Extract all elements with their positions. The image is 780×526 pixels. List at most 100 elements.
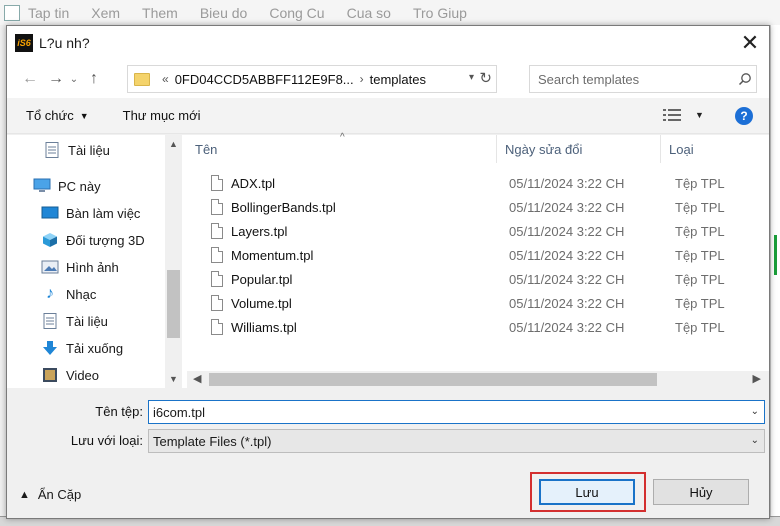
table-row[interactable]: Layers.tpl 05/11/2024 3:22 CH Tệp TPL xyxy=(187,219,769,243)
column-headers: Tên ^ Ngày sửa đổi Loại xyxy=(187,132,769,163)
hide-folders-button[interactable]: ▲ Ẩn Cặp xyxy=(19,487,81,502)
table-row[interactable]: Momentum.tpl 05/11/2024 3:22 CH Tệp TPL xyxy=(187,243,769,267)
filename-value: i6com.tpl xyxy=(153,404,206,420)
navigation-pane: Tài liệu PC này Bàn làm việc Đối tượng 3… xyxy=(7,135,183,388)
video-icon xyxy=(41,367,59,383)
breadcrumb-item[interactable]: 0FD04CCD5ABBFF112E9F8... xyxy=(175,72,354,87)
file-icon xyxy=(211,247,223,263)
scrollbar-thumb[interactable] xyxy=(167,270,180,338)
filetype-value: Template Files (*.tpl) xyxy=(153,433,272,449)
menu-charts[interactable]: Bieu do xyxy=(200,5,247,21)
column-name-header[interactable]: Tên ^ xyxy=(187,132,497,163)
table-row[interactable]: ADX.tpl 05/11/2024 3:22 CH Tệp TPL xyxy=(187,171,769,195)
refresh-icon[interactable]: ↻ xyxy=(479,69,492,87)
sidebar-item-label: Nhạc xyxy=(66,286,97,302)
menu-window[interactable]: Cua so xyxy=(347,5,391,21)
table-row[interactable]: Volume.tpl 05/11/2024 3:22 CH Tệp TPL xyxy=(187,291,769,315)
scrollbar-thumb[interactable] xyxy=(209,373,657,386)
forward-arrow-icon[interactable]: → xyxy=(45,67,67,91)
menu-insert[interactable]: Them xyxy=(142,5,178,21)
sidebar-item-videos[interactable]: Video xyxy=(41,363,99,387)
search-input[interactable]: Search templates xyxy=(529,65,757,93)
sidebar-item-label: Tài liệu xyxy=(66,313,108,329)
file-type: Tệp TPL xyxy=(675,247,725,263)
close-button[interactable]: ✕ xyxy=(737,30,763,56)
file-type: Tệp TPL xyxy=(675,271,725,287)
sidebar-item-documents[interactable]: Tài liệu xyxy=(43,138,110,162)
breadcrumb-item[interactable]: templates xyxy=(370,72,426,87)
horizontal-scrollbar[interactable]: ◀ ▶ xyxy=(187,371,769,388)
sidebar-item-music[interactable]: ♪ Nhạc xyxy=(41,282,96,306)
file-name: Momentum.tpl xyxy=(231,247,314,263)
file-date: 05/11/2024 3:22 CH xyxy=(509,271,625,287)
organize-label: Tổ chức xyxy=(26,108,74,123)
column-date-header[interactable]: Ngày sửa đổi xyxy=(497,135,661,163)
filename-field[interactable]: i6com.tpl ⌄ xyxy=(148,400,765,424)
save-button[interactable]: Lưu xyxy=(539,479,635,505)
chevron-down-icon[interactable]: ⌄ xyxy=(751,435,759,446)
file-name: BollingerBands.tpl xyxy=(231,199,336,215)
sidebar-item-label: Video xyxy=(66,367,100,383)
cancel-button[interactable]: Hủy xyxy=(653,479,749,505)
sidebar-item-label: Bàn làm việc xyxy=(66,205,141,221)
view-options-button[interactable]: ▼ xyxy=(663,108,704,122)
sidebar-scrollbar[interactable]: ▲ ▼ xyxy=(165,135,182,388)
scroll-right-icon[interactable]: ▶ xyxy=(753,372,761,385)
chevron-down-icon[interactable]: ⌄ xyxy=(751,406,759,417)
download-icon xyxy=(41,340,59,356)
column-type-header[interactable]: Loại xyxy=(661,135,761,163)
file-type: Tệp TPL xyxy=(675,175,725,191)
search-placeholder: Search templates xyxy=(538,71,640,87)
scroll-down-icon[interactable]: ▼ xyxy=(169,374,178,384)
menu-tools[interactable]: Cong Cu xyxy=(269,5,324,21)
help-icon[interactable]: ? xyxy=(735,107,753,125)
menu-file[interactable]: Tap tin xyxy=(28,5,69,21)
chevron-up-icon: ▲ xyxy=(19,488,30,501)
menu-help[interactable]: Tro Giup xyxy=(413,5,467,21)
table-row[interactable]: BollingerBands.tpl 05/11/2024 3:22 CH Tệp … xyxy=(187,195,769,219)
menu-view[interactable]: Xem xyxy=(91,5,120,21)
file-date: 05/11/2024 3:22 CH xyxy=(509,223,625,239)
table-row[interactable]: Popular.tpl 05/11/2024 3:22 CH Tệp TPL xyxy=(187,267,769,291)
sidebar-item-downloads[interactable]: Tải xuống xyxy=(41,336,123,360)
organize-button[interactable]: Tổ chức ▼ xyxy=(26,108,89,123)
filename-label: Tên tệp: xyxy=(95,404,143,419)
column-label: Loại xyxy=(669,141,694,157)
sidebar-item-label: Tài liệu xyxy=(68,142,110,158)
sidebar-item-documents-2[interactable]: Tài liệu xyxy=(41,309,108,333)
sidebar-item-this-pc[interactable]: PC này xyxy=(33,174,101,198)
app-icon xyxy=(4,4,20,21)
sidebar-item-label: PC này xyxy=(58,178,101,194)
table-row[interactable]: Williams.tpl 05/11/2024 3:22 CH Tệp TPL xyxy=(187,315,769,339)
pictures-icon xyxy=(41,259,59,275)
computer-icon xyxy=(33,178,51,194)
recent-locations-chevron-icon[interactable]: ⌄ xyxy=(67,67,81,91)
sidebar-item-pictures[interactable]: Hình ảnh xyxy=(41,255,119,279)
file-icon xyxy=(211,295,223,311)
new-folder-button[interactable]: Thư mục mới xyxy=(123,108,201,123)
document-icon xyxy=(41,313,59,329)
file-icon xyxy=(211,175,223,191)
file-date: 05/11/2024 3:22 CH xyxy=(509,319,625,335)
up-arrow-icon[interactable]: ↑ xyxy=(83,67,105,91)
sidebar-item-3d-objects[interactable]: Đối tượng 3D xyxy=(41,228,145,252)
file-rows: ADX.tpl 05/11/2024 3:22 CH Tệp TPL Bolling… xyxy=(187,171,769,339)
sidebar-item-desktop[interactable]: Bàn làm việc xyxy=(41,201,140,225)
address-dropdown-icon[interactable]: ▾ xyxy=(469,72,474,83)
file-list: Tên ^ Ngày sửa đổi Loại ADX.tpl 05/11/202… xyxy=(187,132,769,388)
cube-3d-icon xyxy=(41,232,59,248)
search-icon[interactable] xyxy=(734,72,756,86)
column-label: Ngày sửa đổi xyxy=(505,141,583,157)
file-icon xyxy=(211,199,223,215)
address-bar[interactable]: « 0FD04CCD5ABBFF112E9F8... › templates ▾… xyxy=(127,65,497,93)
file-date: 05/11/2024 3:22 CH xyxy=(509,175,625,191)
filetype-select[interactable]: Template Files (*.tpl) ⌄ xyxy=(148,429,765,453)
back-arrow-icon[interactable]: ← xyxy=(19,67,41,91)
address-overflow-icon[interactable]: « xyxy=(162,72,169,86)
breadcrumb-separator-icon[interactable]: › xyxy=(360,72,364,86)
scroll-left-icon[interactable]: ◀ xyxy=(193,372,201,385)
file-name: Williams.tpl xyxy=(231,319,297,335)
scroll-up-icon[interactable]: ▲ xyxy=(169,139,178,149)
column-label: Tên xyxy=(195,141,218,157)
file-icon xyxy=(211,223,223,239)
